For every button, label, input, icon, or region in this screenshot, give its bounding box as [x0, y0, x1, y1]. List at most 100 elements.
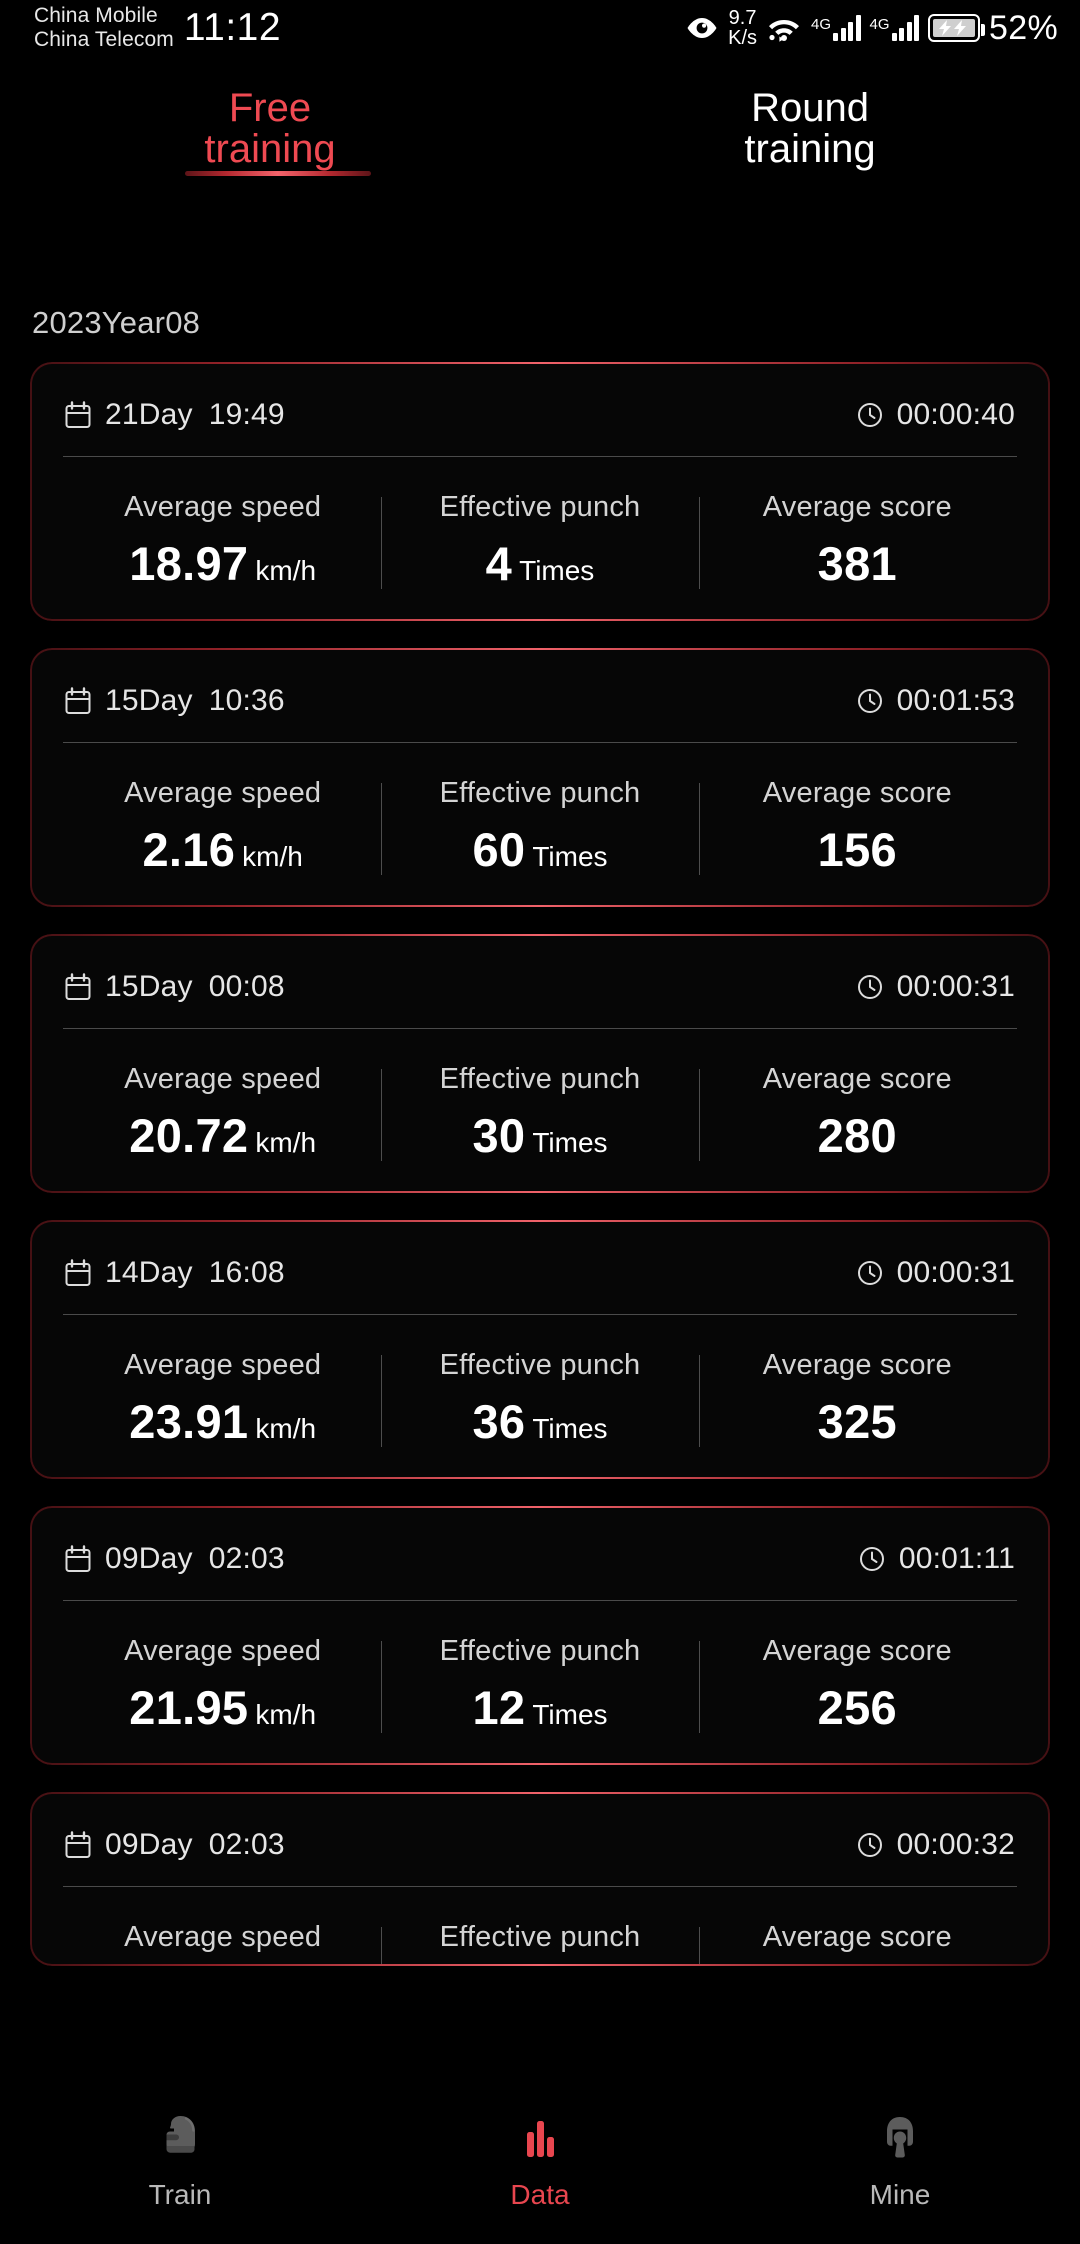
stat-value-punch: 60: [472, 823, 526, 876]
stat-unit-speed: km/h: [255, 1127, 317, 1158]
network-speed-unit: K/s: [728, 27, 758, 49]
stat-label-score: Average score: [762, 777, 952, 809]
card-divider: [63, 1600, 1017, 1601]
session-list[interactable]: 21Day 19:49 00:00:40 Average speed 18.97…: [0, 362, 1080, 2096]
session-date: 21Day 19:49: [105, 398, 285, 431]
stat-unit-punch: Times: [532, 1413, 608, 1444]
session-stats: Average speed 2.16 km/h Effective punch …: [60, 777, 1020, 877]
network-speed: 9.7 K/s: [728, 7, 758, 49]
clock-icon: [859, 1546, 885, 1572]
session-card-header: 15Day 10:36 00:01:53: [60, 670, 1020, 718]
stat-unit-punch: Times: [532, 1127, 608, 1158]
session-date: 15Day 00:08: [105, 970, 285, 1003]
calendar-icon: [65, 687, 91, 715]
nav-item-data[interactable]: Data: [360, 2110, 720, 2211]
session-card[interactable]: 15Day 10:36 00:01:53 Average speed 2.16 …: [30, 648, 1050, 907]
clock-icon: [857, 402, 883, 428]
session-card-header: 15Day 00:08 00:00:31: [60, 956, 1020, 1004]
card-divider: [63, 456, 1017, 457]
tab-free-training-line1: Free: [228, 86, 312, 130]
session-duration: 00:00:31: [896, 1256, 1015, 1289]
stat-average-score: Average score 325: [698, 1349, 1016, 1449]
session-stats: Average speed 21.95 km/h Effective punch…: [60, 1635, 1020, 1735]
nav-label-mine: Mine: [869, 2179, 931, 2210]
person-icon: [873, 2110, 927, 2168]
session-card[interactable]: 14Day 16:08 00:00:31 Average speed 23.91…: [30, 1220, 1050, 1479]
stat-value-punch: 36: [472, 1395, 526, 1448]
stat-value-punch: 12: [472, 1681, 526, 1734]
boxing-glove-icon: [153, 2110, 207, 2168]
session-card-header: 21Day 19:49 00:00:40: [60, 384, 1020, 432]
stat-label-speed: Average speed: [124, 1349, 322, 1381]
tab-bar: Free training Round training: [0, 78, 1080, 196]
calendar-icon: [65, 1831, 91, 1859]
stat-label-punch: Effective punch: [439, 1921, 641, 1953]
calendar-icon: [65, 401, 91, 429]
stat-effective-punch: Effective punch 36 Times: [381, 1349, 698, 1449]
stat-effective-punch: Effective punch 12 Times: [381, 1635, 698, 1735]
session-card[interactable]: 09Day 02:03 00:00:32 Average speed Effec…: [30, 1792, 1050, 1966]
stat-label-score: Average score: [762, 1635, 952, 1667]
battery-charging-icon: [928, 14, 986, 42]
stat-unit-speed: km/h: [242, 841, 303, 872]
tab-round-training[interactable]: Round training: [540, 78, 1080, 196]
stat-value-punch: 30: [472, 1109, 526, 1162]
battery-percent-label: 52%: [989, 8, 1058, 47]
session-duration: 00:01:11: [898, 1542, 1015, 1575]
card-divider: [63, 1886, 1017, 1887]
stat-value-speed: 2.16: [142, 823, 236, 876]
stat-average-speed: Average speed: [64, 1921, 381, 1966]
session-card-header: 09Day 02:03 00:01:11: [60, 1528, 1020, 1576]
session-card[interactable]: 15Day 00:08 00:00:31 Average speed 20.72…: [30, 934, 1050, 1193]
card-divider: [63, 1314, 1017, 1315]
stat-average-score: Average score 156: [698, 777, 1016, 877]
stat-label-speed: Average speed: [124, 1063, 322, 1095]
session-duration: 00:01:53: [896, 684, 1015, 717]
stat-value-speed: 21.95: [129, 1681, 249, 1734]
session-stats: Average speed 23.91 km/h Effective punch…: [60, 1349, 1020, 1449]
session-date: 14Day 16:08: [105, 1256, 285, 1289]
network-type-2: 4G: [869, 16, 890, 33]
stat-effective-punch: Effective punch 60 Times: [381, 777, 698, 877]
status-bar: China Mobile China Telecom 11:12 9.7 K/s: [0, 0, 1080, 56]
stat-label-speed: Average speed: [124, 1921, 322, 1953]
stat-value-score: 325: [817, 1395, 897, 1448]
carrier-secondary: China Telecom: [34, 28, 174, 51]
nav-item-mine[interactable]: Mine: [720, 2110, 1080, 2211]
stat-label-punch: Effective punch: [439, 777, 641, 809]
month-header: 2023Year08: [32, 305, 201, 340]
clock-icon: [857, 974, 883, 1000]
session-duration: 00:00:40: [896, 398, 1015, 431]
stat-label-punch: Effective punch: [439, 1349, 641, 1381]
nav-item-train[interactable]: Train: [0, 2110, 360, 2211]
calendar-icon: [65, 1545, 91, 1573]
stat-label-score: Average score: [762, 491, 952, 523]
status-bar-left: China Mobile China Telecom 11:12: [34, 4, 281, 51]
stat-value-punch: 4: [485, 537, 513, 590]
stat-label-speed: Average speed: [124, 1635, 322, 1667]
stat-value-score: 156: [817, 823, 897, 876]
tab-active-indicator: [185, 171, 371, 176]
session-card-header: 14Day 16:08 00:00:31: [60, 1242, 1020, 1290]
wifi-icon: [766, 14, 802, 42]
stat-average-speed: Average speed 23.91 km/h: [64, 1349, 381, 1449]
session-card[interactable]: 21Day 19:49 00:00:40 Average speed 18.97…: [30, 362, 1050, 621]
stat-value-speed: 23.91: [129, 1395, 249, 1448]
clock-icon: [857, 1832, 883, 1858]
session-card[interactable]: 09Day 02:03 00:01:11 Average speed 21.95…: [30, 1506, 1050, 1765]
session-stats: Average speed 18.97 km/h Effective punch…: [60, 491, 1020, 591]
status-bar-clock: 11:12: [183, 6, 282, 49]
stat-average-speed: Average speed 20.72 km/h: [64, 1063, 381, 1163]
clock-icon: [857, 688, 883, 714]
stat-label-score: Average score: [762, 1349, 952, 1381]
stat-effective-punch: Effective punch: [381, 1921, 698, 1966]
tab-free-training[interactable]: Free training: [0, 78, 540, 196]
stat-label-speed: Average speed: [124, 777, 322, 809]
signal-bars-1: [833, 15, 861, 41]
stat-label-punch: Effective punch: [439, 1635, 641, 1667]
signal-icon-2: 4G: [870, 15, 920, 41]
stat-label-speed: Average speed: [124, 491, 322, 523]
stat-average-score: Average score 280: [698, 1063, 1016, 1163]
session-duration: 00:00:32: [896, 1828, 1015, 1861]
signal-bars-2: [891, 15, 920, 41]
